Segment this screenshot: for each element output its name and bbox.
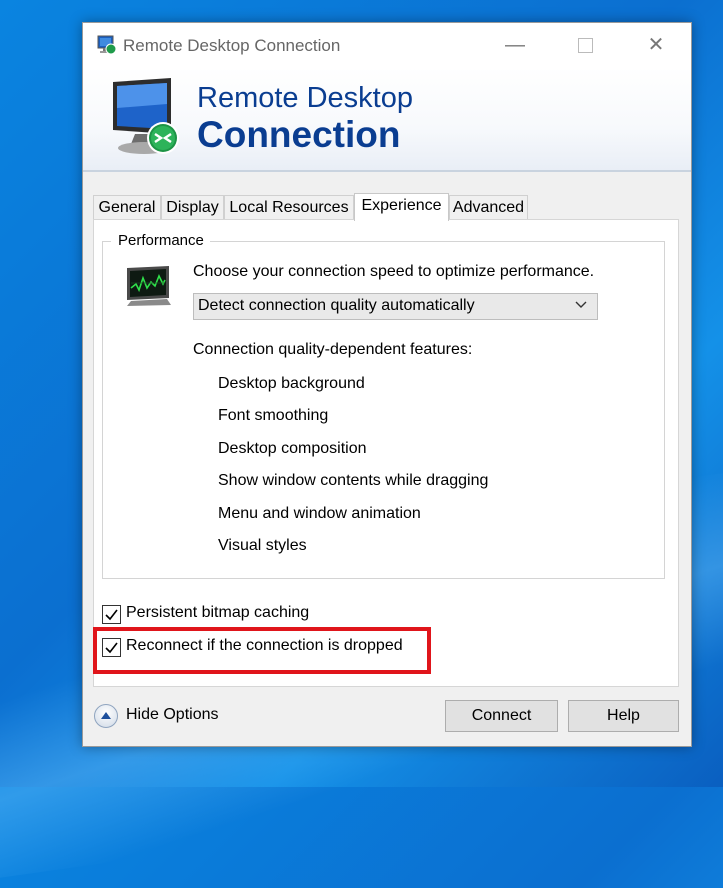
banner-title-line1: Remote Desktop	[197, 82, 413, 114]
feature-item: Show window contents while dragging	[218, 472, 489, 489]
chevron-up-circle-icon	[94, 704, 118, 728]
tab-experience[interactable]: Experience	[354, 193, 449, 221]
maximize-button[interactable]	[573, 33, 597, 57]
feature-item: Visual styles	[218, 537, 307, 554]
hide-options-label: Hide Options	[126, 706, 219, 723]
connection-speed-select[interactable]: Detect connection quality automatically	[193, 293, 598, 320]
features-label: Connection quality-dependent features:	[193, 341, 473, 358]
connection-speed-label: Choose your connection speed to optimize…	[193, 263, 595, 280]
checkbox-box[interactable]	[102, 605, 121, 624]
performance-monitor-icon	[125, 264, 173, 313]
window-title: Remote Desktop Connection	[123, 36, 341, 55]
chevron-down-icon	[574, 298, 588, 317]
tab-display[interactable]: Display	[161, 195, 224, 220]
remote-desktop-icon	[95, 34, 117, 55]
connection-speed-value: Detect connection quality automatically	[198, 297, 475, 314]
tab-general[interactable]: General	[93, 195, 161, 220]
feature-item: Menu and window animation	[218, 505, 421, 522]
experience-panel: Performance Choose your connection speed…	[93, 219, 679, 687]
title-bar[interactable]: Remote Desktop Connection — ✕	[83, 23, 691, 67]
feature-item: Font smoothing	[218, 407, 329, 424]
rdc-window: Remote Desktop Connection — ✕ Remote Des…	[82, 22, 692, 747]
banner-title-line2: Connection	[197, 114, 401, 155]
feature-item: Desktop background	[218, 375, 365, 392]
feature-item: Desktop composition	[218, 440, 367, 457]
close-button[interactable]: ✕	[644, 33, 668, 57]
app-banner: Remote Desktop Connection	[83, 67, 691, 172]
performance-group: Performance Choose your connection speed…	[102, 232, 665, 579]
maximize-icon	[577, 38, 593, 53]
performance-group-label: Performance	[111, 232, 210, 249]
checkmark-icon	[105, 609, 118, 621]
tab-local-resources[interactable]: Local Resources	[224, 195, 354, 220]
minimize-button[interactable]: —	[503, 33, 527, 57]
connect-button[interactable]: Connect	[445, 700, 558, 732]
checkbox-label: Persistent bitmap caching	[126, 604, 310, 621]
remote-desktop-monitor-icon	[105, 76, 189, 167]
highlight-annotation	[93, 627, 431, 674]
help-button[interactable]: Help	[568, 700, 679, 732]
tab-advanced[interactable]: Advanced	[449, 195, 528, 220]
